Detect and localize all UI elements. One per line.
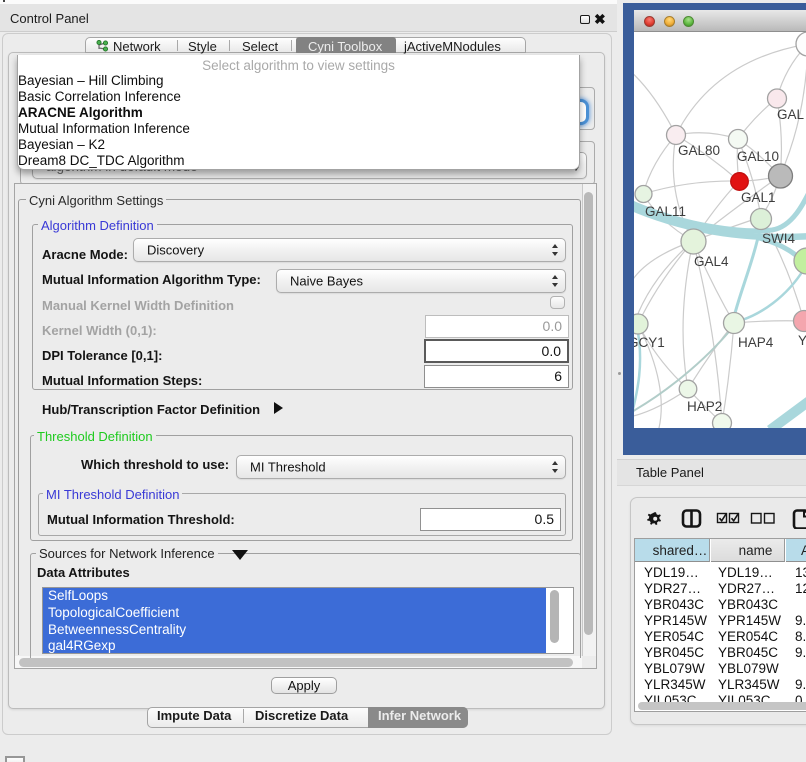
svg-text:HAP2: HAP2 xyxy=(687,399,722,414)
svg-text:SWI4: SWI4 xyxy=(762,231,795,246)
svg-text:GCY1: GCY1 xyxy=(634,335,665,350)
svg-text:Y: Y xyxy=(798,333,806,348)
svg-text:GAL10: GAL10 xyxy=(737,149,779,164)
svg-text:GAL4: GAL4 xyxy=(694,254,729,269)
svg-text:GAL11: GAL11 xyxy=(645,204,686,219)
svg-text:HAP4: HAP4 xyxy=(738,335,774,350)
svg-text:GAL1: GAL1 xyxy=(741,190,776,205)
svg-text:GAL: GAL xyxy=(777,107,805,122)
svg-text:GAL80: GAL80 xyxy=(678,143,720,158)
